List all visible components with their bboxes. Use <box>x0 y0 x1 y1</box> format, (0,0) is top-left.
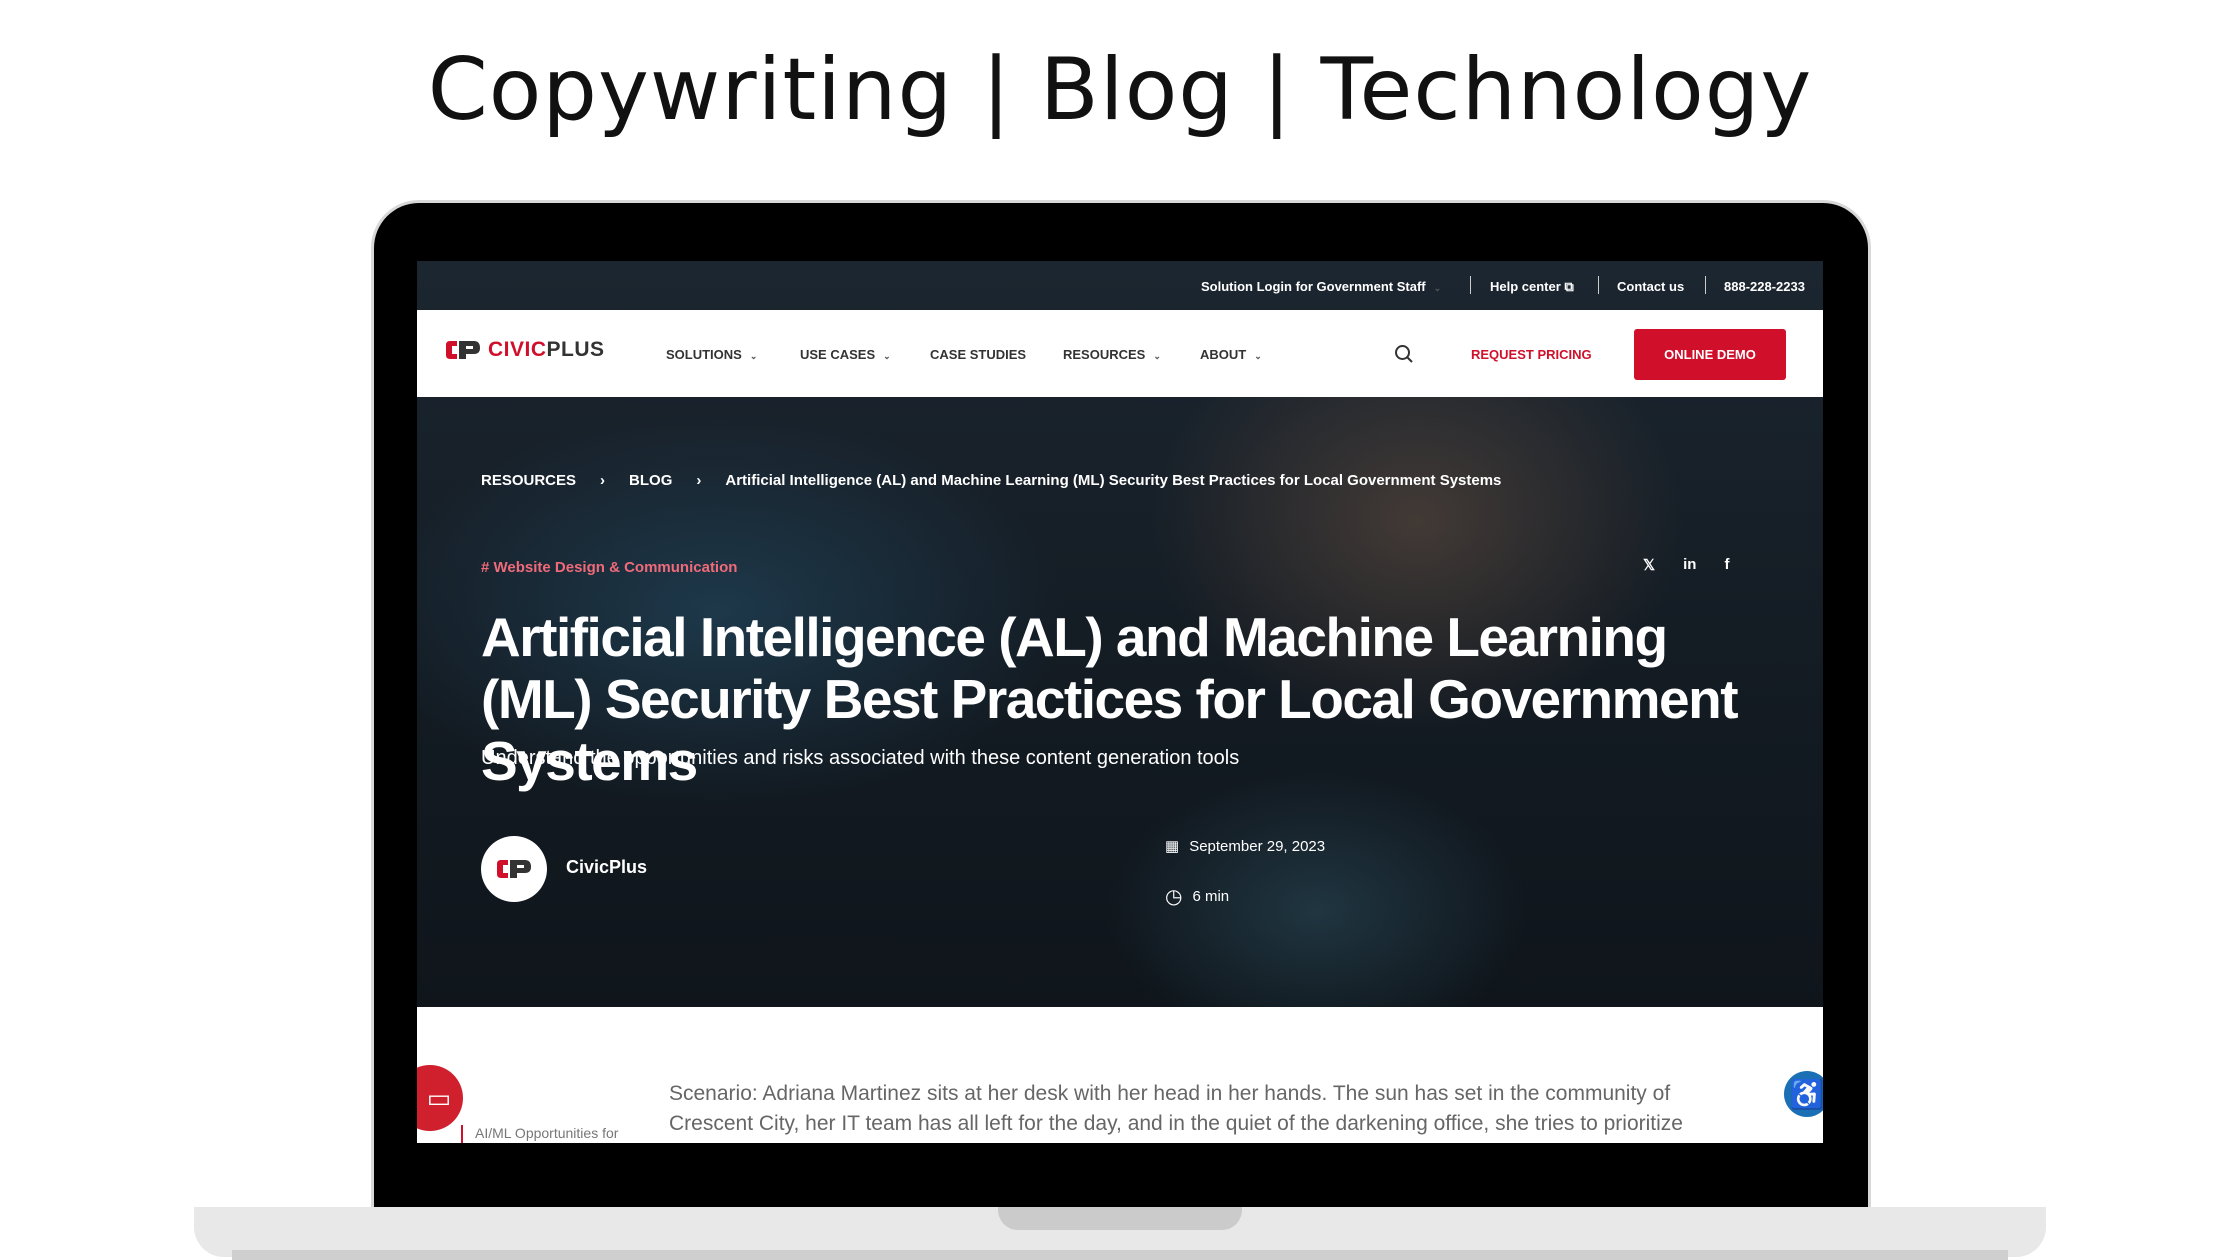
nav-use-cases[interactable]: USE CASES ⌄ <box>800 347 891 362</box>
chevron-down-icon: ⌄ <box>1254 351 1262 361</box>
browser-screen: Solution Login for Government Staff ⌄ Hel… <box>417 261 1823 1143</box>
breadcrumb-blog[interactable]: BLOG <box>629 472 672 489</box>
chevron-right-icon: › <box>600 472 606 489</box>
divider <box>1705 276 1706 294</box>
request-pricing-link[interactable]: REQUEST PRICING <box>1471 347 1592 362</box>
chevron-down-icon: ⌄ <box>749 351 758 361</box>
civicplus-logo[interactable]: CIVICPLUS <box>446 338 605 362</box>
chevron-down-icon: ⌄ <box>1153 351 1161 361</box>
search-icon[interactable] <box>1394 344 1414 364</box>
nav-resources[interactable]: RESOURCES ⌄ <box>1063 347 1161 362</box>
social-share: 𝕏 in f <box>1643 556 1729 574</box>
solution-login-link[interactable]: Solution Login for Government Staff ⌄ <box>1201 279 1441 294</box>
divider <box>1470 276 1471 294</box>
breadcrumb-current: Artificial Intelligence (AL) and Machine… <box>725 472 1502 489</box>
nav-solutions[interactable]: SOLUTIONS ⌄ <box>666 347 757 362</box>
breadcrumb: RESOURCES › BLOG › Artificial Intelligence… <box>481 472 1501 489</box>
linkedin-icon[interactable]: in <box>1683 556 1696 574</box>
nav-case-studies[interactable]: CASE STUDIES <box>930 347 1026 362</box>
nav-label: SOLUTIONS <box>666 347 742 362</box>
date-label: September 29, 2023 <box>1189 837 1326 855</box>
chevron-right-icon: › <box>696 472 702 489</box>
help-center-label: Help center <box>1490 279 1561 294</box>
article-subtitle: Understand the opportunities and risks a… <box>481 747 1240 769</box>
logo-text-plus: PLUS <box>546 338 605 361</box>
toc-item[interactable]: AI/ML Opportunities for <box>461 1125 618 1143</box>
laptop-notch <box>998 1207 1242 1230</box>
divider <box>1598 276 1599 294</box>
phone-link[interactable]: 888-228-2233 <box>1724 279 1805 294</box>
civicplus-logo-icon <box>497 860 531 878</box>
article-body: Scenario: Adriana Martinez sits at her d… <box>669 1082 1683 1135</box>
read-time: ◷ 6 min <box>1165 884 1229 909</box>
external-link-icon: ⧉ <box>1564 279 1574 294</box>
x-twitter-icon[interactable]: 𝕏 <box>1643 556 1655 574</box>
read-time-label: 6 min <box>1192 888 1230 905</box>
accessibility-icon: ♿ <box>1789 1078 1823 1110</box>
contact-us-link[interactable]: Contact us <box>1617 279 1684 294</box>
author-avatar <box>481 836 547 902</box>
utility-bar: Solution Login for Government Staff ⌄ Hel… <box>417 261 1823 310</box>
chevron-down-icon: ⌄ <box>883 351 891 361</box>
nav-label: ABOUT <box>1200 347 1247 362</box>
facebook-icon[interactable]: f <box>1724 556 1729 574</box>
nav-label: RESOURCES <box>1063 347 1146 362</box>
logo-text-civic: CIVIC <box>488 338 547 361</box>
chat-bubble-icon: ▭ <box>426 1082 452 1113</box>
accessibility-button[interactable]: ♿ <box>1784 1071 1823 1117</box>
publish-date: ▦ September 29, 2023 <box>1165 837 1326 856</box>
nav-label: USE CASES <box>800 347 876 362</box>
laptop-base-edge <box>232 1250 2008 1260</box>
page-title: Copywriting | Blog | Technology <box>427 40 1813 140</box>
chevron-down-icon: ⌄ <box>1433 283 1442 293</box>
calendar-icon: ▦ <box>1165 838 1180 855</box>
category-tag[interactable]: # Website Design & Communication <box>481 559 737 576</box>
main-nav: CIVICPLUS SOLUTIONS ⌄ USE CASES ⌄ CASE STU… <box>417 310 1823 397</box>
clock-icon: ◷ <box>1165 886 1183 908</box>
chat-button[interactable]: ▭ <box>417 1065 463 1131</box>
online-demo-button[interactable]: ONLINE DEMO <box>1634 329 1786 380</box>
breadcrumb-resources[interactable]: RESOURCES <box>481 472 576 489</box>
author-name: CivicPlus <box>566 857 648 877</box>
help-center-link[interactable]: Help center ⧉ <box>1490 279 1574 295</box>
civicplus-logo-icon <box>446 341 480 359</box>
solution-login-label: Solution Login for Government Staff <box>1201 279 1426 294</box>
nav-about[interactable]: ABOUT ⌄ <box>1200 347 1262 362</box>
